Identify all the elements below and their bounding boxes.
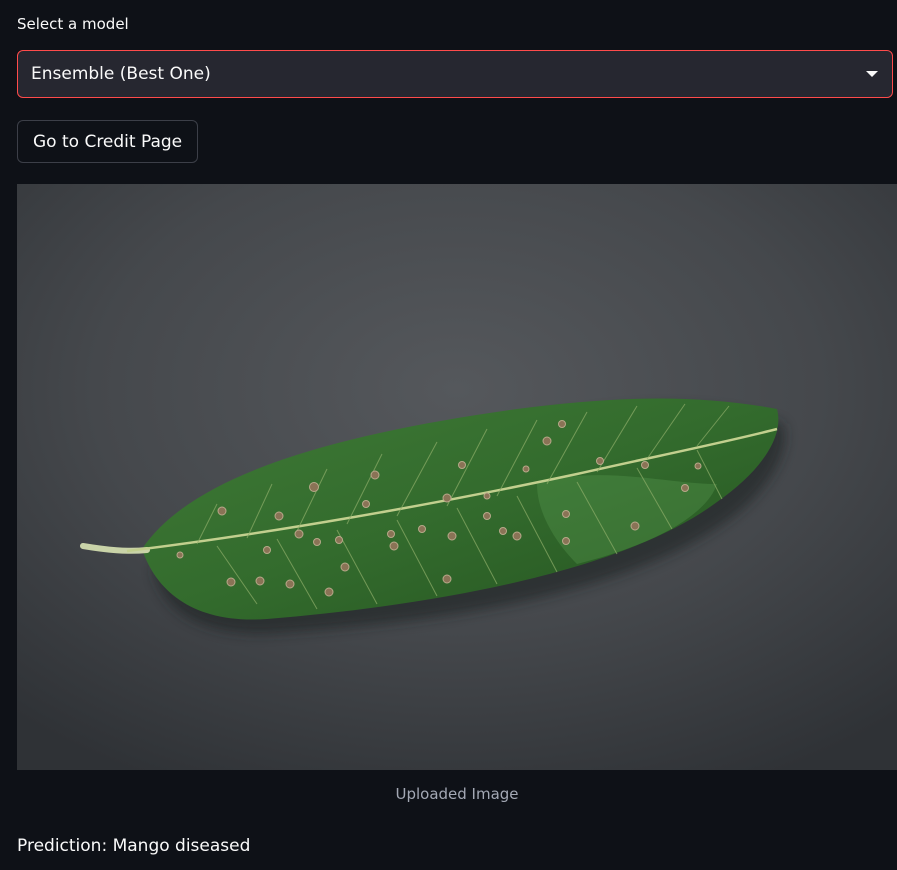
chevron-down-icon[interactable] — [866, 71, 878, 77]
image-caption: Uploaded Image — [395, 785, 519, 803]
leaf-photo — [17, 184, 897, 770]
prediction-result: Prediction: Mango diseased — [17, 836, 251, 856]
uploaded-image — [17, 184, 897, 770]
model-select[interactable]: Ensemble (Best One) — [17, 50, 893, 98]
app-page: Select a model Ensemble (Best One) Go to… — [0, 0, 897, 870]
model-select-value: Ensemble (Best One) — [31, 64, 211, 84]
model-select-label: Select a model — [17, 15, 129, 33]
go-to-credit-page-button[interactable]: Go to Credit Page — [17, 120, 199, 163]
